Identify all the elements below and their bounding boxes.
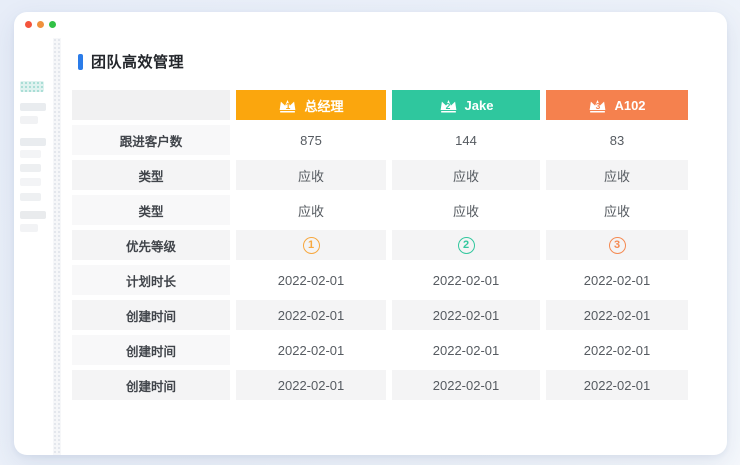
title-accent-bar <box>78 54 83 70</box>
sidebar-skeleton-item <box>20 193 41 201</box>
column-header-label: A102 <box>614 98 645 113</box>
table-cell: 1 <box>236 230 386 260</box>
crown-icon: 2 <box>439 98 458 113</box>
table-cell: 2022-02-01 <box>236 335 386 365</box>
sidebar-skeleton-item <box>20 103 46 111</box>
table-cell: 2022-02-01 <box>236 265 386 295</box>
table-cell: 3 <box>546 230 688 260</box>
crown-rank-number: 2 <box>439 101 458 111</box>
row-label: 类型 <box>72 195 230 225</box>
sidebar-skeleton-logo <box>20 81 44 92</box>
sidebar-skeleton <box>14 38 53 455</box>
priority-badge: 3 <box>609 237 626 254</box>
row-label: 创建时间 <box>72 300 230 330</box>
table-cell: 2022-02-01 <box>546 335 688 365</box>
page-title: 团队高效管理 <box>91 51 184 72</box>
table-cell: 2022-02-01 <box>236 370 386 400</box>
traffic-light-maximize[interactable] <box>49 21 56 28</box>
table-cell: 2022-02-01 <box>546 265 688 295</box>
priority-badge: 2 <box>458 237 475 254</box>
priority-badge: 1 <box>303 237 320 254</box>
row-label: 创建时间 <box>72 335 230 365</box>
sidebar-skeleton-item <box>20 150 41 158</box>
table-cell: 144 <box>392 125 540 155</box>
window-titlebar <box>14 12 727 38</box>
column-header-label: 总经理 <box>304 96 343 115</box>
table-cell: 2022-02-01 <box>392 265 540 295</box>
table-cell: 应收 <box>546 160 688 190</box>
sidebar-skeleton-item <box>20 116 38 124</box>
table-cell: 2 <box>392 230 540 260</box>
table-cell: 2022-02-01 <box>392 300 540 330</box>
crown-icon: 1 <box>278 98 297 113</box>
row-label: 优先等级 <box>72 230 230 260</box>
traffic-light-minimize[interactable] <box>37 21 44 28</box>
table-cell: 应收 <box>236 195 386 225</box>
crown-icon: 3 <box>588 98 607 113</box>
table-cell: 875 <box>236 125 386 155</box>
table-cell: 应收 <box>546 195 688 225</box>
browser-window: 团队高效管理 1 总经理 2 Jake <box>14 12 727 455</box>
table-cell: 2022-02-01 <box>392 335 540 365</box>
row-label: 类型 <box>72 160 230 190</box>
column-header-label: Jake <box>465 98 494 113</box>
traffic-light-close[interactable] <box>25 21 32 28</box>
crown-rank-number: 3 <box>588 101 607 111</box>
main-content: 团队高效管理 1 总经理 2 Jake <box>61 38 727 455</box>
sidebar-skeleton-item <box>20 211 46 219</box>
sidebar-skeleton-item <box>20 138 46 146</box>
row-label: 计划时长 <box>72 265 230 295</box>
table-cell: 2022-02-01 <box>392 370 540 400</box>
column-header-manager[interactable]: 1 总经理 <box>236 90 386 120</box>
table-cell: 2022-02-01 <box>546 370 688 400</box>
column-header-jake[interactable]: 2 Jake <box>392 90 540 120</box>
sidebar-skeleton-item <box>20 224 38 232</box>
table-cell: 2022-02-01 <box>236 300 386 330</box>
crown-rank-number: 1 <box>278 101 297 111</box>
sidebar-divider <box>53 38 61 455</box>
sidebar-skeleton-item <box>20 164 41 172</box>
table-cell: 应收 <box>236 160 386 190</box>
table-cell: 应收 <box>392 160 540 190</box>
table-cell: 2022-02-01 <box>546 300 688 330</box>
column-header-a102[interactable]: 3 A102 <box>546 90 688 120</box>
row-label: 创建时间 <box>72 370 230 400</box>
page-title-block: 团队高效管理 <box>78 51 184 72</box>
table-cell: 应收 <box>392 195 540 225</box>
team-table: 1 总经理 2 Jake 3 A102 跟进客户数 <box>72 90 688 400</box>
table-header-empty-cell <box>72 90 230 120</box>
sidebar-skeleton-item <box>20 178 41 186</box>
table-cell: 83 <box>546 125 688 155</box>
row-label: 跟进客户数 <box>72 125 230 155</box>
